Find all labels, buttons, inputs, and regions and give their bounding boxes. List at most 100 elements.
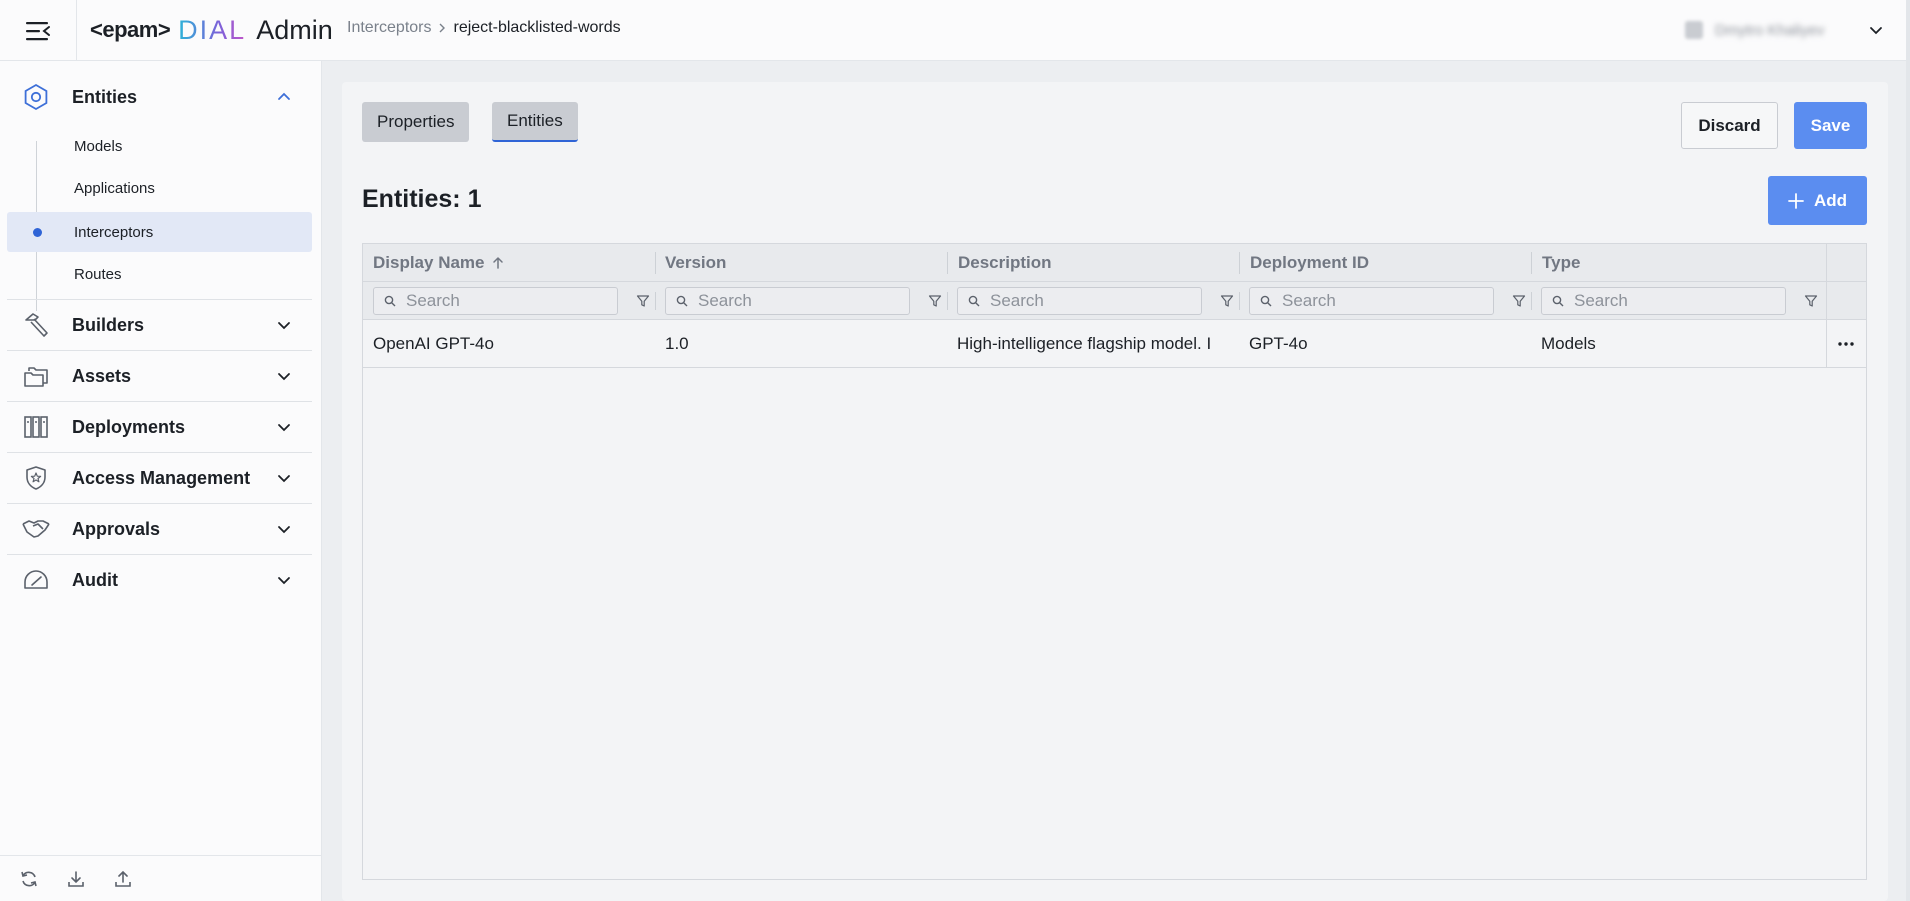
sidebar-section-builders[interactable]: Builders — [7, 300, 312, 350]
filter-icon[interactable] — [635, 293, 651, 309]
discard-button[interactable]: Discard — [1681, 102, 1778, 149]
chevron-down-icon — [274, 468, 294, 488]
sidebar-item-routes[interactable]: Routes — [7, 254, 312, 294]
chevron-down-icon — [274, 519, 294, 539]
breadcrumb: Interceptors reject-blacklisted-words — [347, 19, 621, 37]
sidebar-section-label: Deployments — [72, 416, 186, 437]
column-divider — [947, 292, 948, 310]
column-divider — [1531, 292, 1532, 310]
filter-icon[interactable] — [927, 293, 943, 309]
plus-icon — [1788, 192, 1804, 209]
column-resize-handle[interactable] — [947, 252, 948, 274]
chevron-down-icon — [274, 570, 294, 590]
sidebar-section-deployments[interactable]: Deployments — [7, 402, 312, 452]
search-display-name[interactable] — [373, 287, 618, 315]
search-icon — [384, 295, 396, 307]
sort-ascending-icon[interactable] — [492, 256, 504, 270]
add-button-label: Add — [1813, 190, 1848, 210]
chevron-down-icon — [274, 366, 294, 386]
column-header-description[interactable]: Description — [948, 244, 1240, 282]
search-deployment-id[interactable] — [1249, 287, 1494, 315]
sidebar-item-label: Interceptors — [74, 223, 154, 241]
sidebar-section-assets[interactable]: Assets — [7, 351, 312, 401]
sidebar-item-models[interactable]: Models — [7, 126, 312, 166]
search-input[interactable] — [1574, 291, 1764, 311]
dial-admin-logo[interactable]: <epam> DIAL Admin — [90, 12, 333, 48]
search-input[interactable] — [1282, 291, 1472, 311]
cell-deployment-id: GPT-4o — [1249, 334, 1308, 353]
save-button[interactable]: Save — [1794, 102, 1867, 149]
upload-button[interactable] — [110, 866, 136, 892]
refresh-button[interactable] — [16, 866, 42, 892]
sidebar-section-label: Entities — [72, 86, 138, 107]
filter-icon[interactable] — [1219, 293, 1235, 309]
sidebar-section-audit[interactable]: Audit — [7, 555, 312, 605]
cell-display-name: OpenAI GPT-4o — [373, 334, 494, 353]
search-type[interactable] — [1541, 287, 1786, 315]
sidebar-section-label: Access Management — [72, 467, 251, 488]
deployments-icon — [21, 412, 51, 442]
tab-properties[interactable]: Properties — [362, 102, 470, 142]
search-input[interactable] — [698, 291, 888, 311]
upload-icon — [115, 870, 131, 887]
column-header-version[interactable]: Version — [655, 244, 947, 282]
search-icon — [1552, 295, 1564, 307]
table-filter-row — [363, 282, 1866, 320]
tab-entities[interactable]: Entities — [492, 102, 578, 142]
column-header-deployment-id[interactable]: Deployment ID — [1240, 244, 1532, 282]
search-input[interactable] — [406, 291, 596, 311]
cell-type: Models — [1541, 334, 1596, 353]
filter-icon[interactable] — [1803, 293, 1819, 309]
chevron-up-icon — [274, 87, 294, 107]
chevron-right-icon — [439, 23, 446, 33]
menu-toggle-button[interactable] — [0, 0, 77, 61]
shield-star-icon — [21, 463, 51, 493]
search-description[interactable] — [957, 287, 1202, 315]
sidebar-footer — [0, 855, 321, 901]
cell-version: 1.0 — [665, 334, 689, 353]
download-button[interactable] — [63, 866, 89, 892]
sidebar-section-access-management[interactable]: Access Management — [7, 453, 312, 503]
column-resize-handle[interactable] — [655, 252, 656, 274]
breadcrumb-current: reject-blacklisted-words — [453, 19, 621, 36]
actions-column — [1826, 244, 1866, 368]
hammer-icon — [21, 310, 51, 340]
chevron-down-icon — [1870, 27, 1882, 35]
sidebar-section-label: Approvals — [72, 518, 161, 539]
add-entity-button[interactable]: Add — [1768, 176, 1867, 225]
sidebar-section-approvals[interactable]: Approvals — [7, 504, 312, 554]
logo-suffix: Admin — [256, 14, 333, 45]
table-row[interactable]: OpenAI GPT-4o 1.0 High-intelligence flag… — [363, 320, 1866, 368]
column-divider — [655, 292, 656, 310]
column-resize-handle[interactable] — [1531, 252, 1532, 274]
sidebar-item-label: Routes — [74, 265, 122, 283]
filter-icon[interactable] — [1511, 293, 1527, 309]
active-indicator-dot — [33, 228, 42, 237]
column-header-label: Display Name — [373, 253, 485, 272]
menu-collapse-icon — [26, 21, 50, 40]
search-version[interactable] — [665, 287, 910, 315]
sidebar-item-interceptors[interactable]: Interceptors — [7, 212, 312, 252]
breadcrumb-parent-link[interactable]: Interceptors — [347, 19, 431, 37]
sidebar-section-label: Assets — [72, 365, 132, 386]
search-icon — [968, 295, 980, 307]
hexagon-icon — [21, 82, 51, 112]
sidebar-item-label: Models — [74, 137, 123, 155]
page-scrollbar[interactable] — [1906, 0, 1910, 901]
refresh-icon — [21, 871, 37, 886]
logo-product: DIAL — [178, 14, 247, 45]
column-header-type[interactable]: Type — [1532, 244, 1824, 282]
gauge-icon — [21, 565, 51, 595]
column-header-display-name[interactable]: Display Name — [363, 244, 655, 282]
table-header: Display Name Version Description Deploym… — [363, 244, 1866, 282]
sidebar: Entities Models Applications Interceptor… — [0, 61, 322, 901]
main-panel: Properties Entities Discard Save Entitie… — [342, 82, 1888, 901]
sidebar-section-label: Audit — [72, 569, 118, 590]
user-menu[interactable]: Dmytro Khaliyev — [1685, 14, 1885, 46]
sidebar-section-label: Builders — [72, 314, 145, 335]
column-resize-handle[interactable] — [1239, 252, 1240, 274]
sidebar-item-applications[interactable]: Applications — [7, 168, 312, 208]
sidebar-section-entities[interactable]: Entities — [7, 72, 312, 122]
search-input[interactable] — [990, 291, 1180, 311]
chevron-down-icon — [274, 417, 294, 437]
